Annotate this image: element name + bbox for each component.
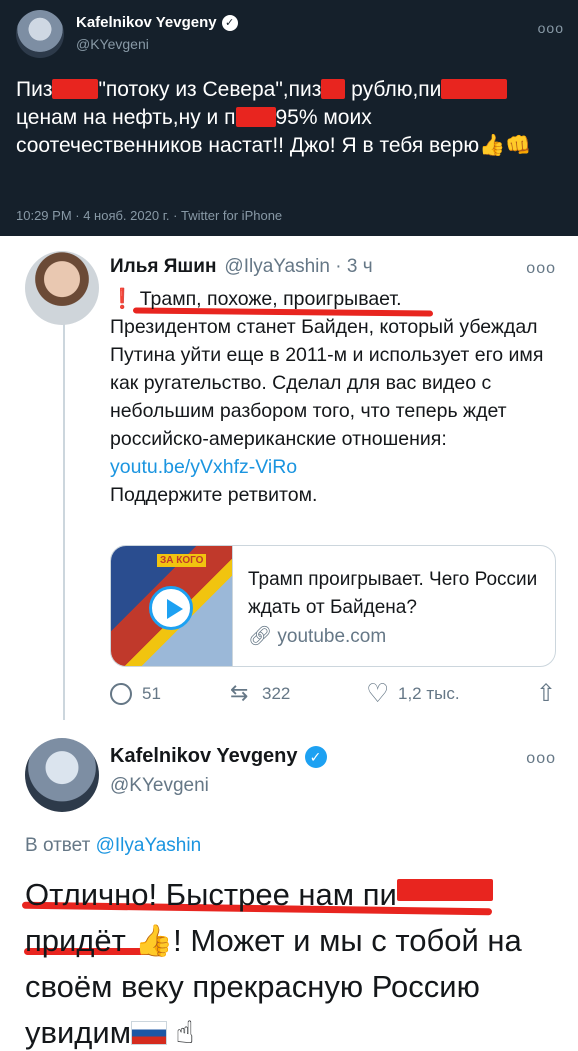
video-thumbnail[interactable]: ЗА КОГО xyxy=(111,546,233,666)
author-handle[interactable]: @IlyaYashin · 3 ч xyxy=(224,256,372,278)
redaction-mark xyxy=(235,107,276,127)
link-preview-card[interactable]: ЗА КОГО Трамп проигрывает. Чего России ж… xyxy=(110,545,556,667)
play-icon[interactable] xyxy=(149,586,193,630)
redaction-mark xyxy=(441,79,508,99)
avatar[interactable] xyxy=(25,251,99,325)
tweet-text: Пиз "потоку из Севера",пиз рублю,пи ценам… xyxy=(16,76,562,160)
reply-button[interactable]: 51 xyxy=(110,683,161,705)
card-title: Трамп проигрывает. Чего России ждать от … xyxy=(248,569,538,618)
reply-context: В ответ @IlyaYashin xyxy=(25,835,202,856)
redaction-mark xyxy=(52,79,99,99)
redaction-mark xyxy=(396,879,493,901)
author-name[interactable]: Kafelnikov Yevgeny ✓ xyxy=(110,745,327,768)
author-handle[interactable]: @KYevgeni xyxy=(110,775,209,797)
pointing-up-icon: ☝ xyxy=(175,1015,195,1050)
tweet-text: ❗ Трамп, похоже, проигрывает. Президенто… xyxy=(110,285,550,509)
card-domain: 🔗︎ youtube.com xyxy=(248,626,387,647)
reply-to-link[interactable]: @IlyaYashin xyxy=(96,835,202,856)
avatar[interactable] xyxy=(16,10,64,58)
reply-icon xyxy=(110,683,132,705)
russia-flag-icon xyxy=(131,1021,168,1045)
more-options-icon[interactable]: ooo xyxy=(526,750,556,768)
share-icon xyxy=(534,679,556,708)
author-handle[interactable]: @KYevgeni xyxy=(76,36,149,52)
avatar[interactable] xyxy=(25,738,99,812)
link-icon: 🔗︎ xyxy=(248,626,273,647)
tweet-text: Отлично! Быстрее нам пи придёт 👍! Может … xyxy=(25,872,555,1051)
retweet-button[interactable]: 322 xyxy=(230,680,290,706)
thumbs-up-icon: 👍 xyxy=(134,923,174,958)
verified-badge-icon: ✓ xyxy=(304,745,327,768)
retweet-icon xyxy=(230,680,252,706)
more-options-icon[interactable]: ooo xyxy=(526,260,556,278)
thumbs-up-icon: 👍 xyxy=(479,134,506,157)
fist-icon: 👊 xyxy=(505,134,532,157)
exclamation-icon: ❗ xyxy=(110,288,135,310)
share-button[interactable] xyxy=(534,679,556,708)
thread-connector xyxy=(63,322,65,720)
redaction-mark xyxy=(321,79,346,99)
heart-icon xyxy=(366,678,389,709)
more-options-icon[interactable]: ooo xyxy=(538,20,564,36)
verified-badge-icon: ✓ xyxy=(221,14,238,31)
tweet-actions: 51 322 1,2 тыс. xyxy=(110,678,560,709)
tweet-timestamp[interactable]: 10:29 PM · 4 нояб. 2020 г. · Twitter for… xyxy=(16,208,282,223)
tweet-header: Илья Яшин @IlyaYashin · 3 ч xyxy=(110,256,373,278)
author-name[interactable]: Kafelnikov Yevgeny ✓ xyxy=(76,14,238,31)
author-name[interactable]: Илья Яшин xyxy=(110,256,216,278)
like-button[interactable]: 1,2 тыс. xyxy=(366,678,460,709)
tweet-link[interactable]: youtu.be/yVxhfz-ViRo xyxy=(110,453,550,481)
dark-tweet: Kafelnikov Yevgeny ✓ @KYevgeni ooo Пиз "п… xyxy=(0,0,578,236)
